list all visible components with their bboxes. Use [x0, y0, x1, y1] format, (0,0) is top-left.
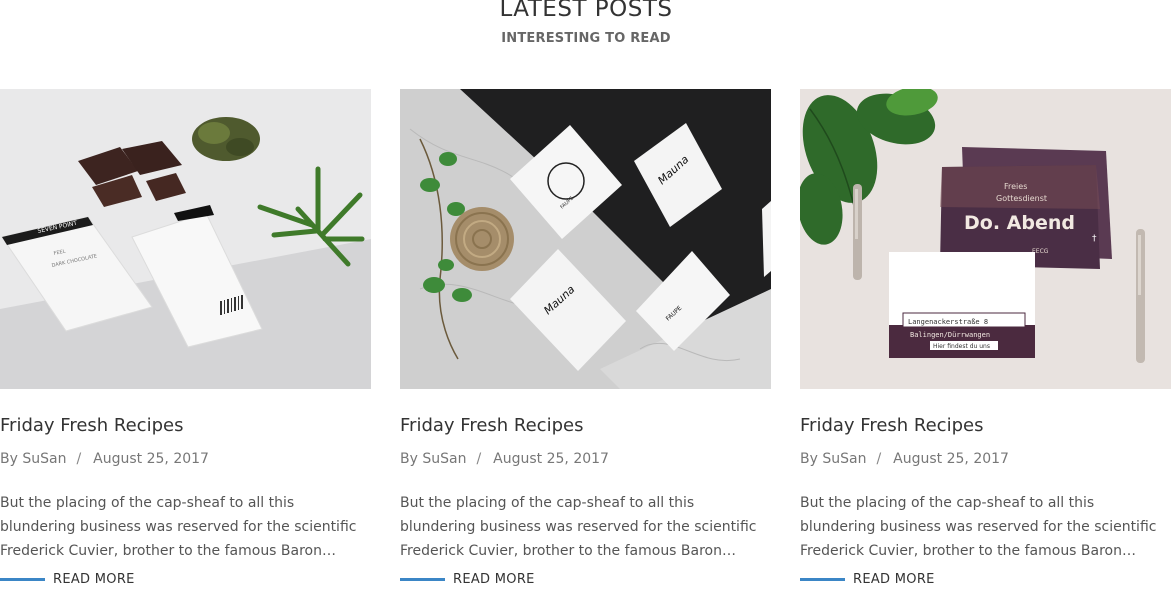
- post-image-chocolate-packaging[interactable]: SEVEN POINT FEEL DARK CHOCOLATE: [0, 89, 371, 389]
- post-title[interactable]: Friday Fresh Recipes: [800, 414, 983, 438]
- read-more-link[interactable]: READ MORE: [400, 569, 535, 589]
- svg-text:Hier findest du uns: Hier findest du uns: [933, 343, 990, 350]
- read-more-label: READ MORE: [53, 571, 135, 587]
- svg-text:Gottesdienst: Gottesdienst: [996, 194, 1047, 203]
- svg-text:Langenackerstraße 8: Langenackerstraße 8: [908, 318, 988, 326]
- meta-separator: /: [76, 451, 82, 467]
- post-date: August 25, 2017: [493, 451, 609, 467]
- svg-text:Balingen/Dürrwangen: Balingen/Dürrwangen: [910, 331, 990, 339]
- post-author[interactable]: By SuSan: [400, 451, 466, 467]
- post-excerpt: But the placing of the cap-sheaf to all …: [400, 495, 757, 559]
- post-meta: By SuSan / August 25, 2017: [0, 449, 209, 469]
- meta-separator: /: [876, 451, 882, 467]
- read-more-accent-bar: [0, 577, 45, 581]
- post-author[interactable]: By SuSan: [800, 451, 866, 467]
- svg-text:†: †: [1092, 234, 1097, 244]
- svg-text:Do. Abend: Do. Abend: [964, 212, 1075, 234]
- section-title: LATEST POSTS: [499, 0, 673, 22]
- post-excerpt: But the placing of the cap-sheaf to all …: [0, 495, 357, 559]
- read-more-accent-bar: [400, 577, 445, 581]
- post-image-business-cards[interactable]: FAUPE Mauna Mauna FAUPE: [400, 89, 771, 389]
- post-excerpt: But the placing of the cap-sheaf to all …: [800, 495, 1157, 559]
- svg-text:Freies: Freies: [1004, 182, 1027, 191]
- post-meta: By SuSan / August 25, 2017: [800, 449, 1009, 469]
- meta-separator: /: [476, 451, 482, 467]
- post-date: August 25, 2017: [893, 451, 1009, 467]
- read-more-accent-bar: [800, 577, 845, 581]
- read-more-label: READ MORE: [853, 571, 935, 587]
- read-more-link[interactable]: READ MORE: [800, 569, 935, 589]
- post-meta: By SuSan / August 25, 2017: [400, 449, 609, 469]
- post-author[interactable]: By SuSan: [0, 451, 66, 467]
- read-more-label: READ MORE: [453, 571, 535, 587]
- post-title[interactable]: Friday Fresh Recipes: [0, 414, 183, 438]
- post-date: August 25, 2017: [93, 451, 209, 467]
- section-subtitle: INTERESTING TO READ: [501, 31, 671, 46]
- post-title[interactable]: Friday Fresh Recipes: [400, 414, 583, 438]
- read-more-link[interactable]: READ MORE: [0, 569, 135, 589]
- post-image-invitation-cards[interactable]: Do. Abend Gottesdienst Freies EECG † Lan…: [800, 89, 1171, 389]
